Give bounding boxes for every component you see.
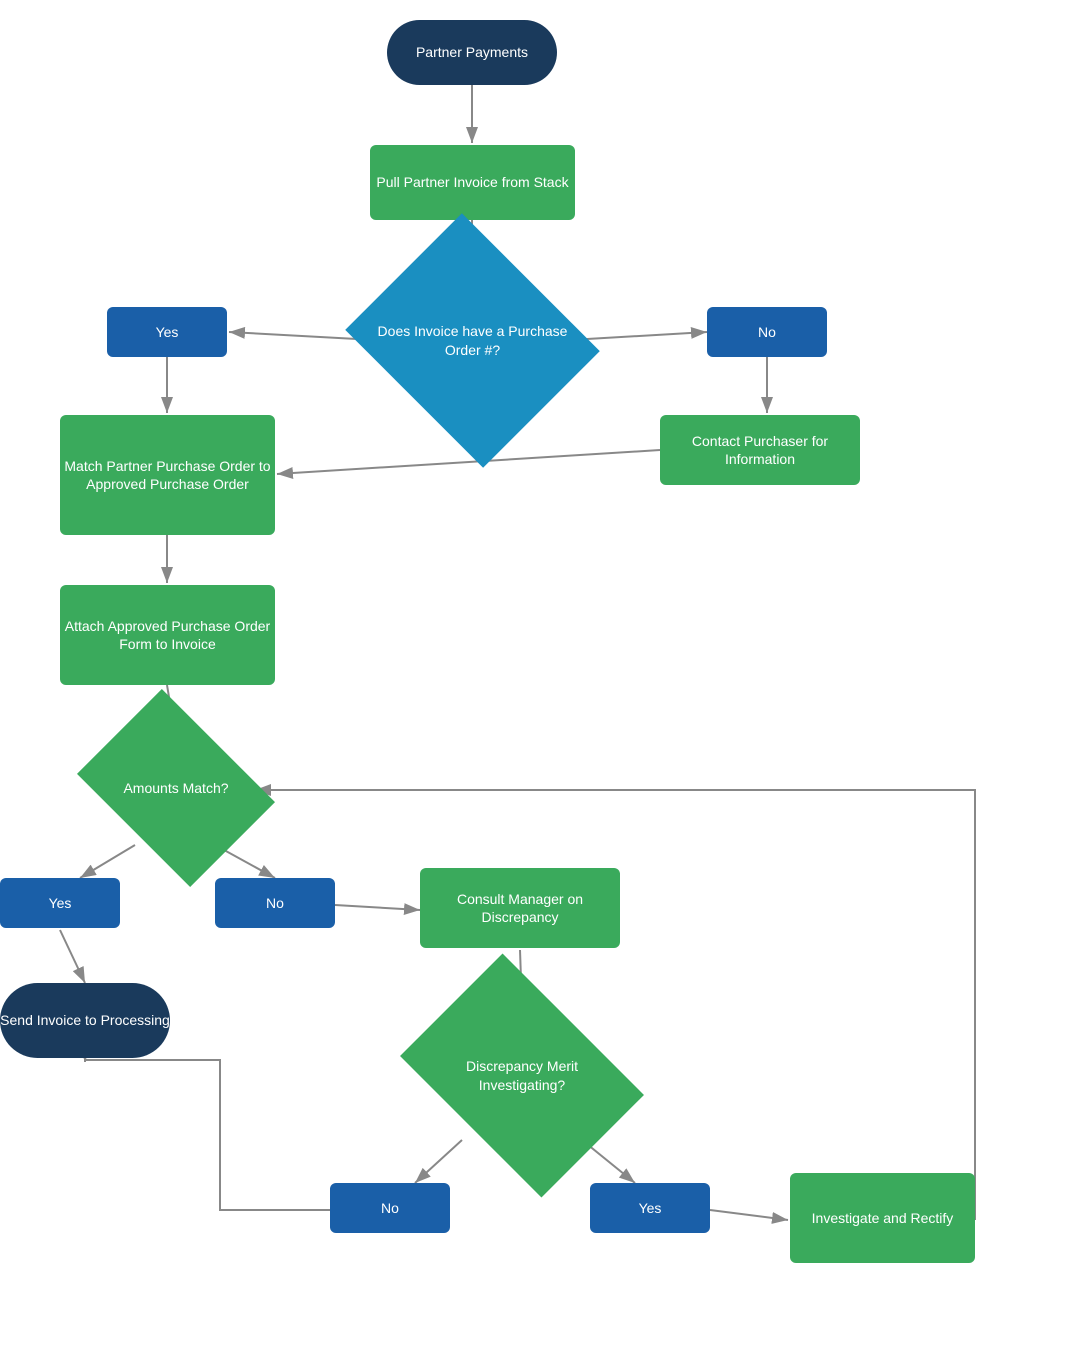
node-consult-manager: Consult Manager on Discrepancy <box>420 868 620 948</box>
node-send-processing: Send Invoice to Processing <box>0 983 170 1058</box>
node-yes-1: Yes <box>107 307 227 357</box>
node-amounts-match: Amounts Match? <box>77 689 275 887</box>
node-partner-payments: Partner Payments <box>387 20 557 85</box>
node-contact-purchaser: Contact Purchaser for Information <box>660 415 860 485</box>
node-attach-po: Attach Approved Purchase Order Form to I… <box>60 585 275 685</box>
node-pull-invoice: Pull Partner Invoice from Stack <box>370 145 575 220</box>
node-diamond-po: Does Invoice have a Purchase Order #? <box>345 213 600 468</box>
node-match-po: Match Partner Purchase Order to Approved… <box>60 415 275 535</box>
node-yes-3: Yes <box>590 1183 710 1233</box>
node-yes-2: Yes <box>0 878 120 928</box>
node-investigate-rectify: Investigate and Rectify <box>790 1173 975 1263</box>
node-discrepancy-merit: Discrepancy Merit Investigating? <box>400 954 644 1198</box>
node-no-1: No <box>707 307 827 357</box>
node-no-2: No <box>215 878 335 928</box>
node-no-3: No <box>330 1183 450 1233</box>
flowchart: Partner Payments Pull Partner Invoice fr… <box>0 0 1088 1362</box>
